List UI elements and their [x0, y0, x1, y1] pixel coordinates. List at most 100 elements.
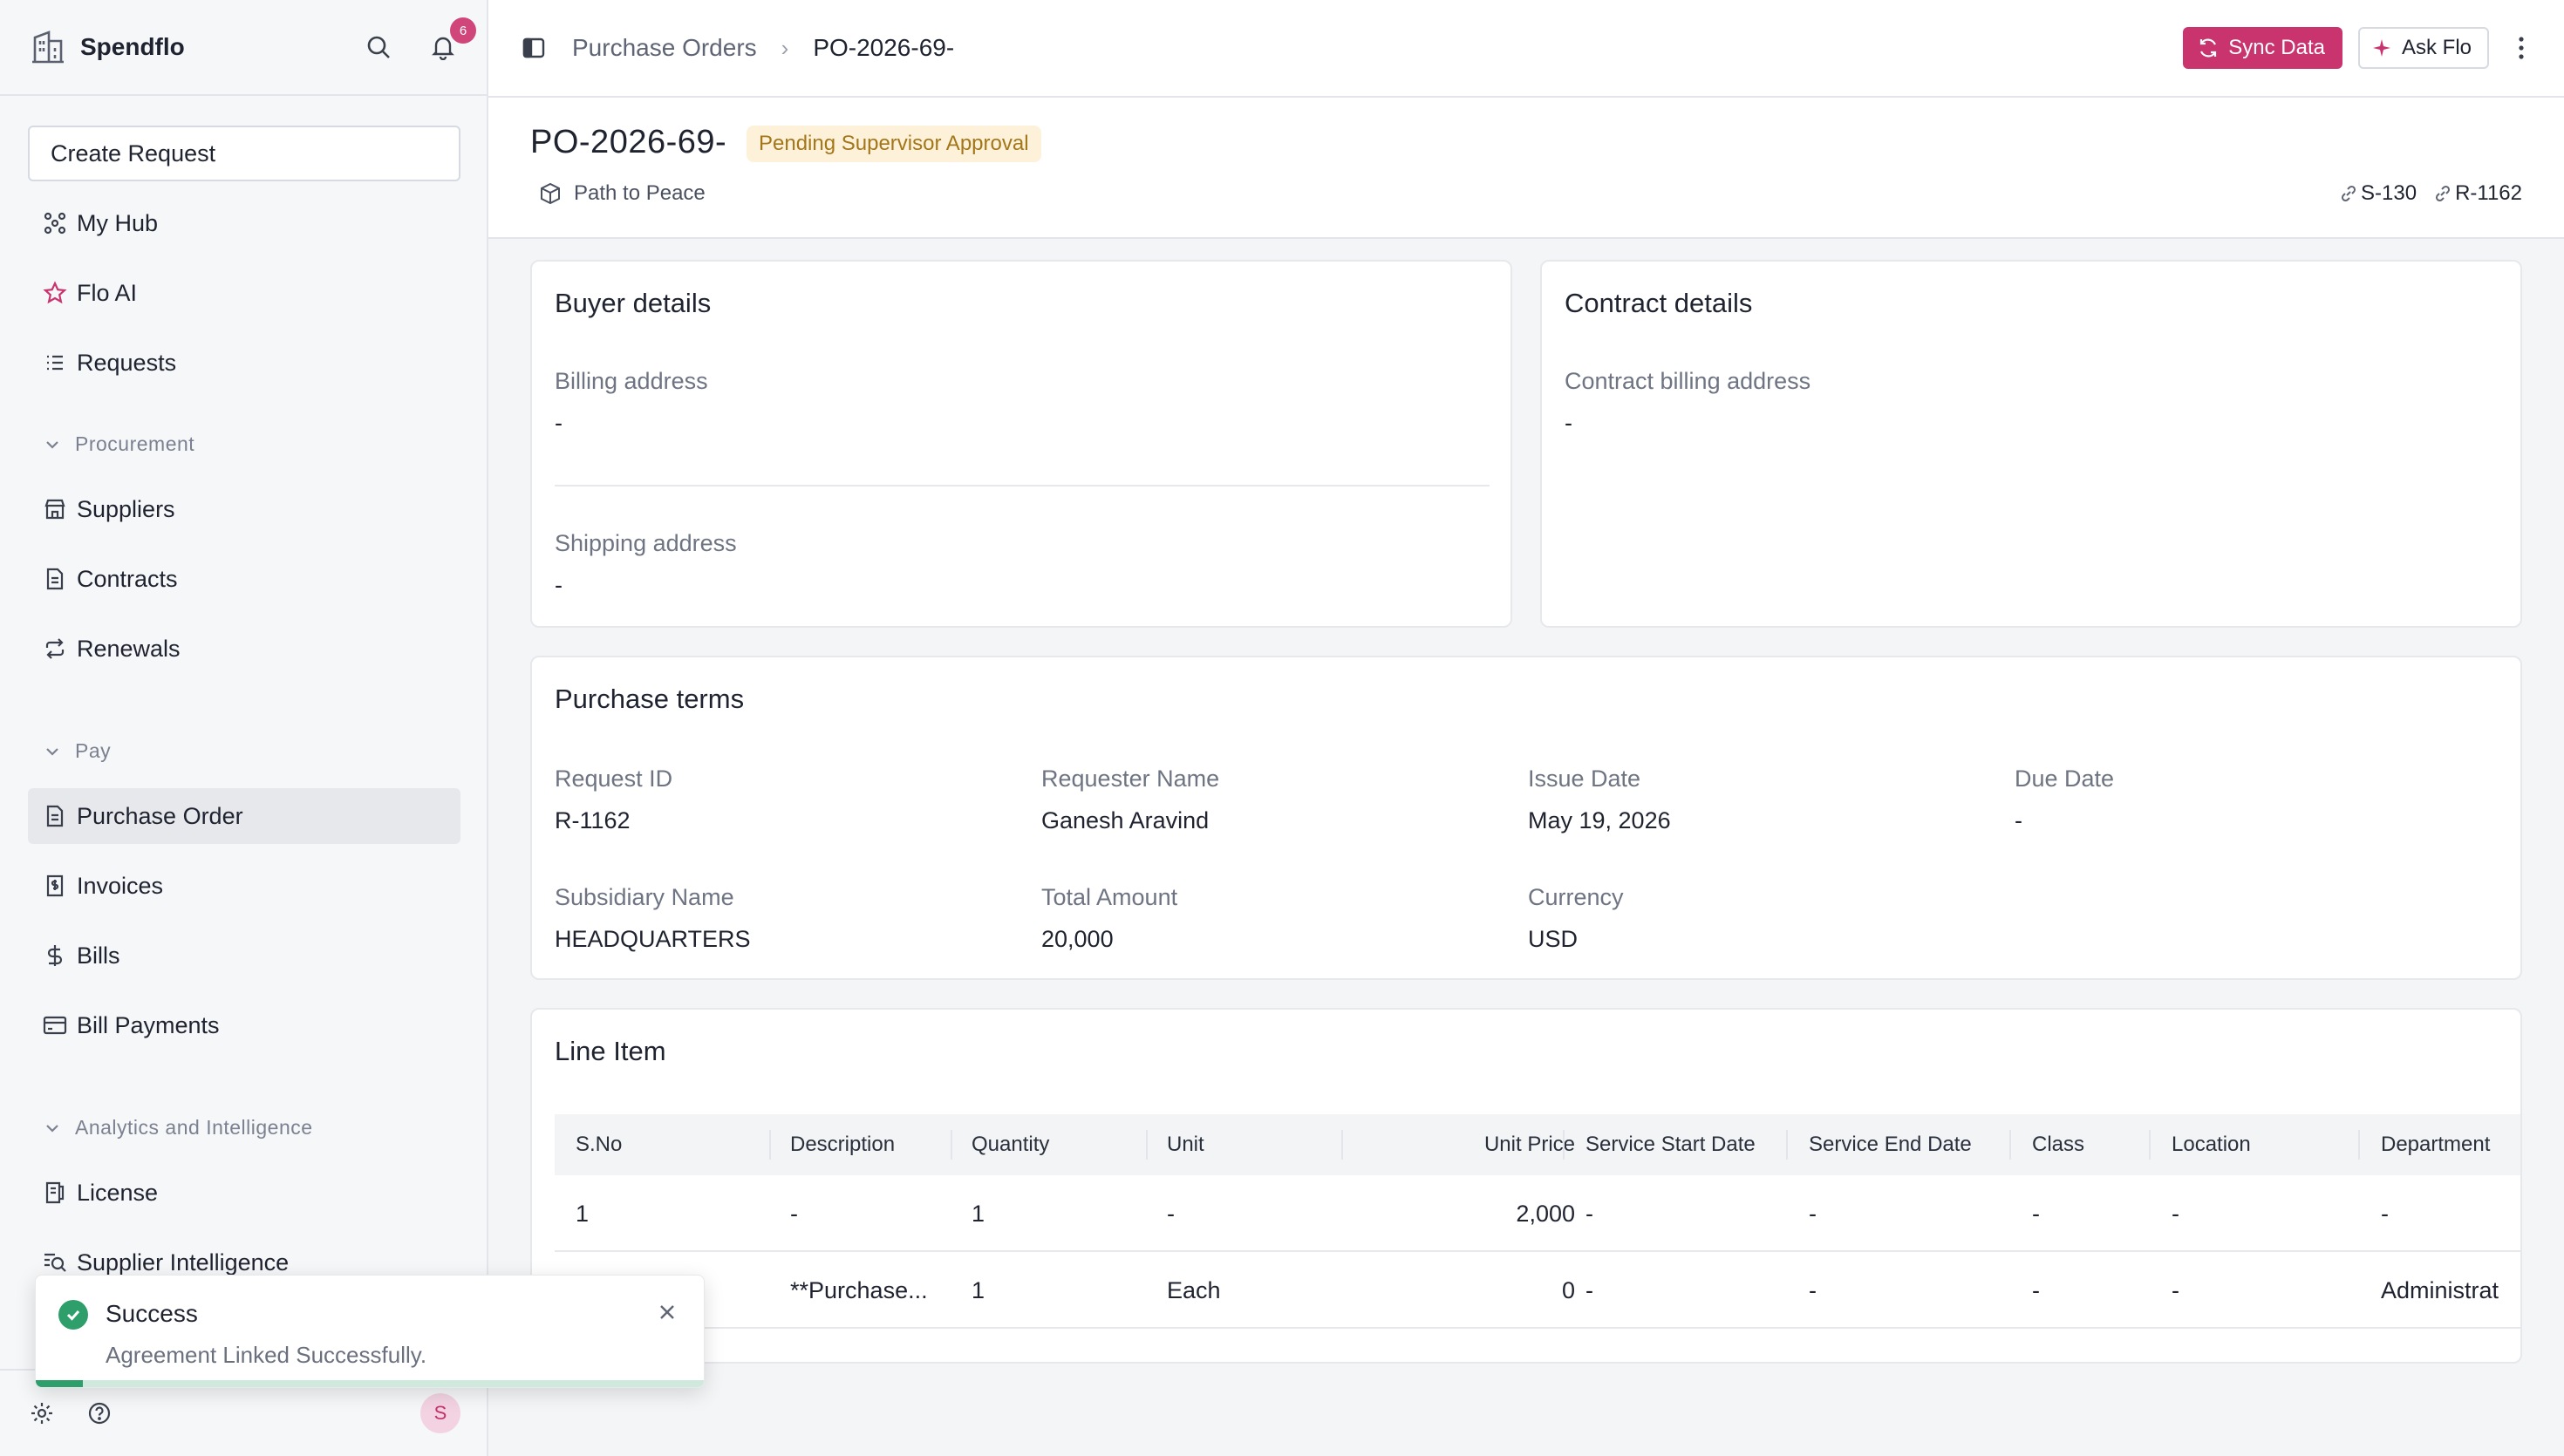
- status-badge: Pending Supervisor Approval: [747, 126, 1041, 162]
- list-icon: [47, 355, 63, 371]
- divider: [555, 485, 1490, 486]
- close-icon: [660, 1305, 674, 1319]
- sidebar-item-renewals[interactable]: Renewals: [28, 621, 460, 677]
- cell-description: **Purchase...: [790, 1276, 928, 1303]
- cell-description: -: [790, 1200, 798, 1227]
- sidebar-item-label: Renewals: [77, 635, 181, 662]
- settings-button[interactable]: [28, 1399, 56, 1427]
- supplier-name[interactable]: Path to Peace: [539, 181, 706, 206]
- section-pay[interactable]: Pay: [44, 739, 111, 763]
- chevron-down-icon: [46, 1124, 58, 1133]
- sidebar-item-suppliers[interactable]: Suppliers: [28, 481, 460, 537]
- contract-billing-address-value: -: [1565, 410, 1572, 436]
- more-options-button[interactable]: [2508, 31, 2534, 65]
- sidebar-item-license[interactable]: License: [28, 1165, 460, 1221]
- cell-unit-price: 2,000: [1516, 1200, 1575, 1227]
- top-bar: Purchase Orders › PO-2026-69- Sync Data …: [488, 0, 2564, 98]
- sidebar-item-label: My Hub: [77, 209, 159, 236]
- hub-icon: [44, 212, 66, 235]
- linked-references: S-130 R-1162: [2322, 181, 2522, 206]
- table-row[interactable]: 1 - 1 - 2,000 - - - - -: [555, 1175, 2520, 1252]
- billing-address-value: -: [555, 410, 563, 436]
- section-analytics[interactable]: Analytics and Intelligence: [44, 1116, 313, 1140]
- column-header: Quantity: [972, 1133, 1050, 1156]
- breadcrumb-separator: ›: [781, 34, 789, 61]
- card-title: Buyer details: [555, 288, 712, 318]
- ask-flo-label: Ask Flo: [2401, 36, 2472, 59]
- sidebar-item-flo-ai[interactable]: Flo AI: [28, 265, 460, 321]
- cell-unit: Each: [1167, 1276, 1221, 1303]
- linked-request[interactable]: R-1162: [2434, 181, 2522, 206]
- sidebar-item-purchase-order[interactable]: Purchase Order: [28, 788, 460, 844]
- create-request-button[interactable]: Create Request: [28, 126, 460, 181]
- sidebar-item-my-hub[interactable]: My Hub: [28, 195, 460, 251]
- column-header: Department: [2381, 1133, 2491, 1156]
- credit-card-icon: [43, 1016, 67, 1035]
- sidebar-header: Spendflo 6: [0, 0, 487, 96]
- sidebar-item-label: Purchase Order: [77, 802, 243, 829]
- line-item-card: Line Item S.No Description Quantity Unit…: [530, 1008, 2522, 1364]
- issue-date-label: Issue Date: [1528, 765, 1641, 792]
- dollar-icon: [47, 945, 63, 966]
- table-row[interactable]: **Purchase... 1 Each 0 - - - - Administr…: [555, 1252, 2520, 1329]
- search-icon: [367, 36, 390, 58]
- contract-details-card: Contract details Contract billing addres…: [1540, 260, 2522, 628]
- star-icon: [43, 281, 67, 304]
- cell-department: Administrat: [2381, 1276, 2499, 1303]
- po-header: PO-2026-69- Pending Supervisor Approval …: [488, 98, 2564, 239]
- sidebar-item-label: License: [77, 1179, 159, 1206]
- sidebar-item-label: Flo AI: [77, 279, 138, 306]
- sidebar-item-label: Requests: [77, 349, 177, 376]
- license-icon: [45, 1181, 65, 1204]
- column-header: Class: [2032, 1133, 2085, 1156]
- card-title: Line Item: [555, 1036, 666, 1066]
- cell-class: -: [2032, 1200, 2040, 1227]
- section-label: Procurement: [75, 432, 195, 455]
- sidebar-item-label: Suppliers: [77, 495, 175, 522]
- linked-supplier[interactable]: S-130: [2340, 181, 2417, 206]
- cell-location: -: [2172, 1276, 2179, 1303]
- sidebar-toggle-button[interactable]: [518, 32, 549, 64]
- contract-billing-address-label: Contract billing address: [1565, 368, 1811, 394]
- ask-flo-button[interactable]: Ask Flo: [2357, 27, 2489, 69]
- sidebar-item-label: Invoices: [77, 872, 164, 899]
- column-header: Unit Price: [1483, 1133, 1575, 1156]
- cell-service-end: -: [1809, 1276, 1817, 1303]
- linked-supplier-label: S-130: [2361, 181, 2417, 205]
- purchase-terms-card: Purchase terms Request ID R-1162 Request…: [530, 656, 2522, 980]
- help-icon: [88, 1402, 111, 1425]
- page-title: PO-2026-69-: [530, 124, 727, 160]
- sidebar-item-bill-payments[interactable]: Bill Payments: [28, 997, 460, 1053]
- section-procurement[interactable]: Procurement: [44, 432, 194, 456]
- sidebar-item-label: Bill Payments: [77, 1011, 220, 1038]
- shipping-address-label: Shipping address: [555, 530, 737, 556]
- toast-close-button[interactable]: [653, 1298, 681, 1326]
- column-header: Unit: [1167, 1133, 1204, 1156]
- cell-quantity: 1: [972, 1276, 985, 1303]
- help-button[interactable]: [85, 1399, 113, 1427]
- sidebar-item-label: Contracts: [77, 565, 178, 592]
- sidebar-item-requests[interactable]: Requests: [28, 335, 460, 391]
- column-header: Location: [2172, 1133, 2251, 1156]
- cell-sno: 1: [576, 1200, 590, 1227]
- sidebar-item-label: Supplier Intelligence: [77, 1248, 290, 1276]
- sidebar-item-bills[interactable]: Bills: [28, 928, 460, 983]
- toast-title: Success: [106, 1300, 198, 1327]
- toast-progress-bar: [36, 1380, 83, 1387]
- sidebar-item-contracts[interactable]: Contracts: [28, 551, 460, 607]
- repeat-icon: [45, 638, 65, 659]
- toast-progress-track: [36, 1380, 704, 1387]
- notifications-button[interactable]: 6: [426, 17, 476, 65]
- check-circle-icon: [58, 1300, 88, 1330]
- search-button[interactable]: [361, 30, 396, 65]
- total-amount-label: Total Amount: [1041, 884, 1178, 910]
- avatar[interactable]: S: [420, 1393, 460, 1433]
- success-toast: Success Agreement Linked Successfully.: [35, 1275, 705, 1388]
- cell-service-start: -: [1585, 1200, 1593, 1227]
- total-amount-value: 20,000: [1041, 926, 1114, 952]
- sync-data-button[interactable]: Sync Data: [2183, 27, 2342, 69]
- breadcrumb-purchase-orders[interactable]: Purchase Orders: [572, 34, 757, 62]
- sidebar-item-invoices[interactable]: Invoices: [28, 858, 460, 914]
- card-title: Purchase terms: [555, 684, 745, 714]
- due-date-value: -: [2015, 807, 2022, 833]
